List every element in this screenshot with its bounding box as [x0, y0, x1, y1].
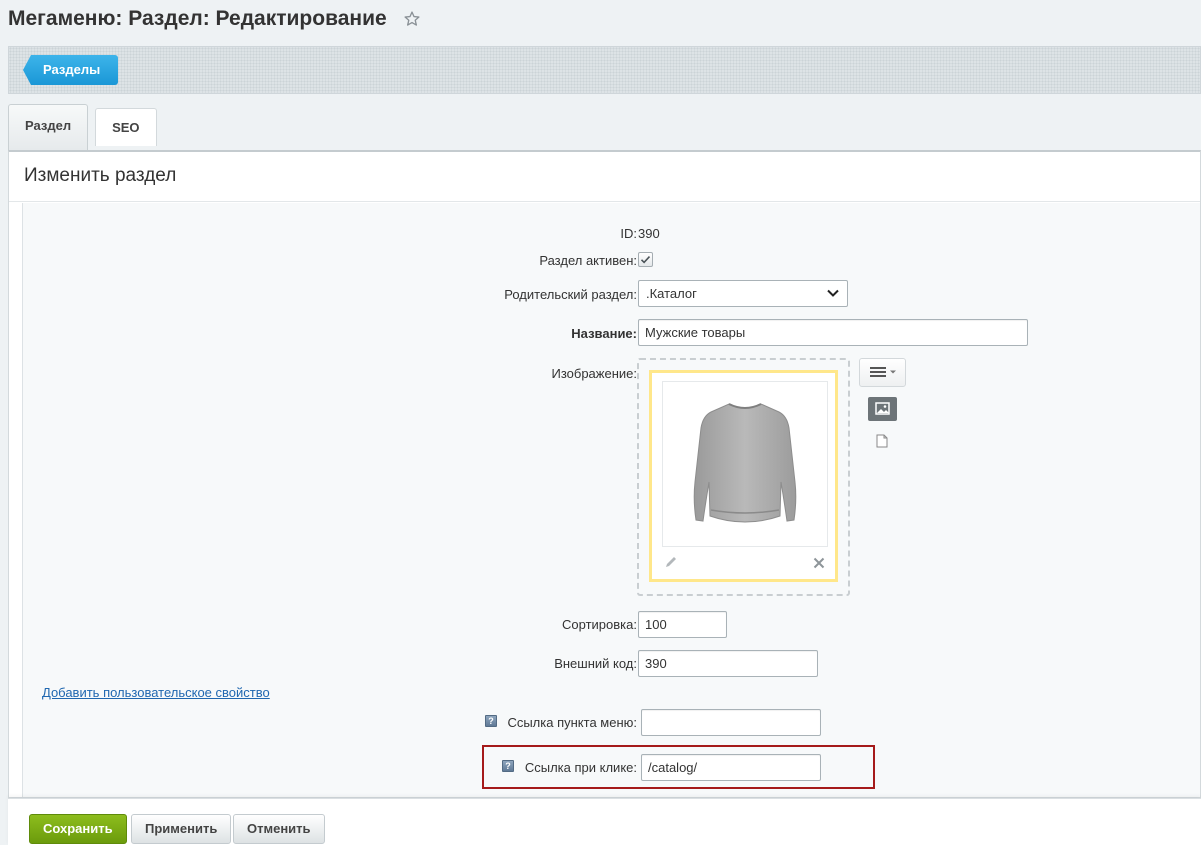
page-title: Мегаменю: Раздел: Редактирование [8, 7, 387, 30]
image-menu-button[interactable] [859, 358, 906, 387]
file-view-mode-icon[interactable] [876, 434, 888, 448]
title-row: Мегаменю: Раздел: Редактирование [8, 4, 421, 34]
active-label: Раздел активен: [539, 253, 637, 268]
image-preview-frame [649, 370, 838, 582]
checkmark-icon [640, 256, 651, 264]
pencil-edit-icon[interactable] [664, 555, 678, 569]
help-icon[interactable]: ? [485, 715, 497, 727]
image-label: Изображение: [551, 366, 637, 381]
name-input[interactable]: Мужские товары [638, 319, 1028, 346]
sweater-image[interactable] [662, 381, 828, 547]
footer-action-bar: Сохранить Применить Отменить [8, 798, 1201, 845]
cancel-button[interactable]: Отменить [233, 814, 325, 844]
page: Мегаменю: Раздел: Редактирование Разделы… [0, 0, 1201, 845]
save-button[interactable]: Сохранить [29, 814, 127, 844]
help-icon[interactable]: ? [502, 760, 514, 772]
sort-label: Сортировка: [562, 617, 637, 632]
favorite-star-icon[interactable] [403, 10, 421, 28]
parent-label: Родительский раздел: [504, 287, 637, 302]
panel-heading: Изменить раздел [9, 152, 1200, 202]
tab-seo[interactable]: SEO [95, 108, 157, 146]
apply-button[interactable]: Применить [131, 814, 232, 844]
id-label: ID: [620, 226, 637, 241]
active-checkbox[interactable] [638, 252, 653, 267]
parent-select-value: .Каталог [646, 286, 697, 301]
sections-back-button[interactable]: Разделы [23, 55, 119, 85]
click-link-label: Ссылка при клике: [524, 760, 637, 775]
click-link-input[interactable]: /catalog/ [641, 754, 821, 781]
sort-input[interactable]: 100 [638, 611, 727, 638]
external-code-input[interactable]: 390 [638, 650, 818, 677]
chevron-down-icon [827, 289, 839, 297]
parent-select[interactable]: .Каталог [638, 280, 848, 307]
id-value: 390 [638, 226, 660, 241]
tab-bar: Раздел SEO [8, 104, 164, 150]
menu-link-label: Ссылка пункта меню: [507, 715, 637, 730]
delete-x-icon[interactable] [813, 557, 825, 569]
image-view-mode-icon[interactable] [868, 397, 897, 421]
toolbar: Разделы [8, 46, 1201, 94]
menu-link-input[interactable] [641, 709, 821, 736]
hamburger-dropdown-icon [870, 367, 896, 377]
add-custom-property-link[interactable]: Добавить пользовательское свойство [42, 685, 270, 700]
tab-section[interactable]: Раздел [8, 104, 89, 150]
edit-panel: Изменить раздел [8, 150, 1201, 798]
name-label: Название: [571, 326, 637, 341]
external-code-label: Внешний код: [554, 656, 637, 671]
